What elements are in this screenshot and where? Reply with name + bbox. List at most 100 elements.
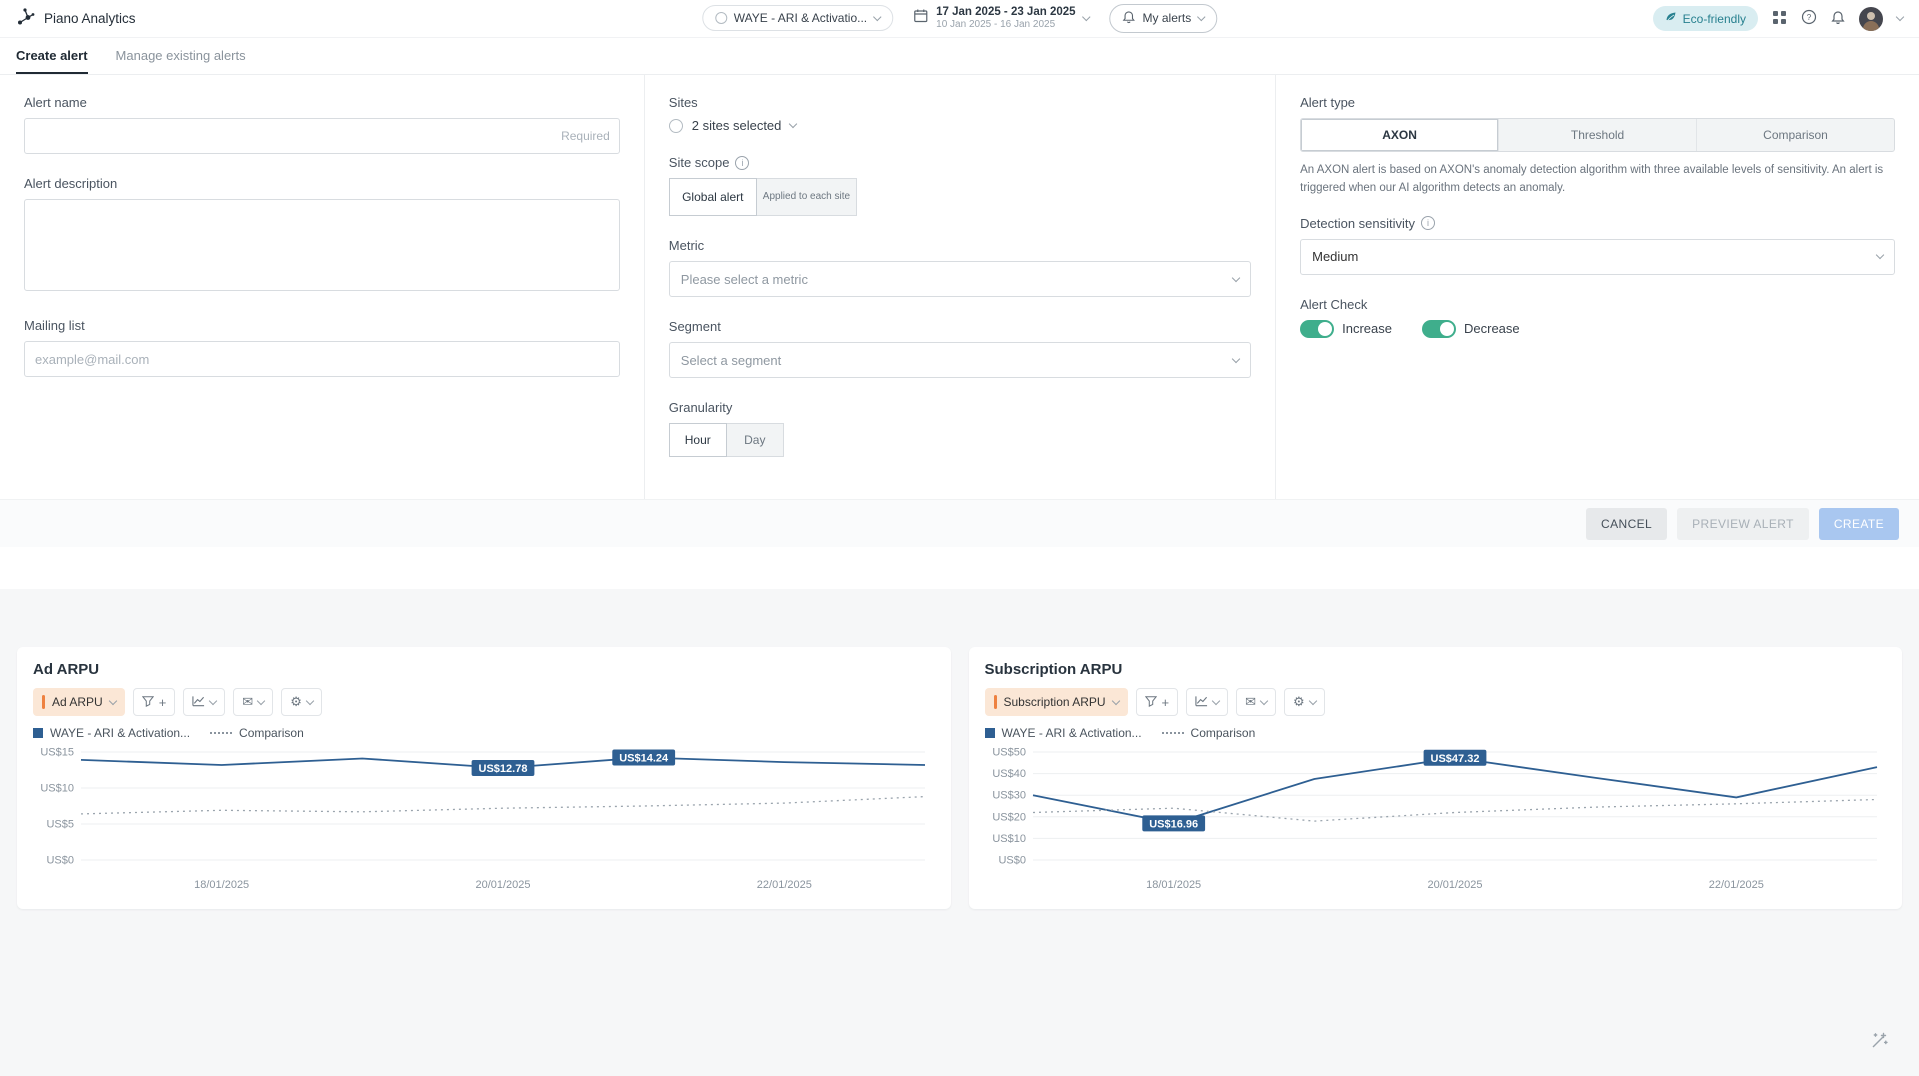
chart-type-button[interactable] xyxy=(183,688,225,716)
site-selector[interactable]: WAYE - ARI & Activatio... xyxy=(702,5,893,31)
notifications-button[interactable] xyxy=(1831,10,1845,28)
share-email-button[interactable]: ✉ xyxy=(233,688,273,716)
series-swatch xyxy=(33,728,43,738)
chart-type-button[interactable] xyxy=(1186,688,1228,716)
settings-icon: ⚙ xyxy=(290,696,302,709)
form-column-alert-type: Alert type AXON Threshold Comparison An … xyxy=(1276,75,1919,499)
ai-assistant-button[interactable] xyxy=(1861,1024,1897,1060)
mailing-list-input[interactable] xyxy=(24,341,620,377)
info-icon[interactable]: i xyxy=(735,156,749,170)
metric-label: Metric xyxy=(669,238,1251,253)
granularity-day-option[interactable]: Day xyxy=(726,423,784,457)
svg-text:US$50: US$50 xyxy=(992,747,1026,759)
chevron-down-icon xyxy=(873,13,881,21)
chevron-down-icon xyxy=(306,696,314,704)
tab-create-alert[interactable]: Create alert xyxy=(16,38,88,74)
globe-icon xyxy=(715,12,727,24)
bell-icon xyxy=(1831,10,1845,28)
chart-settings-button[interactable]: ⚙ xyxy=(1284,688,1325,716)
legend-item-site[interactable]: WAYE - ARI & Activation... xyxy=(985,726,1142,740)
filter-add-button[interactable]: + xyxy=(133,688,176,716)
metric-pill[interactable]: Subscription ARPU xyxy=(985,688,1128,716)
metric-pill-label: Ad ARPU xyxy=(52,695,103,709)
alert-type-threshold-option[interactable]: Threshold xyxy=(1499,119,1697,151)
sites-selected-value: 2 sites selected xyxy=(692,118,782,133)
comparison-name: Comparison xyxy=(1191,726,1256,740)
eco-friendly-badge[interactable]: Eco-friendly xyxy=(1653,6,1758,31)
svg-text:?: ? xyxy=(1807,13,1812,22)
alert-type-comparison-option[interactable]: Comparison xyxy=(1697,119,1894,151)
svg-text:18/01/2025: 18/01/2025 xyxy=(194,879,249,891)
alert-type-axon-option[interactable]: AXON xyxy=(1301,119,1499,151)
chevron-down-icon xyxy=(1212,696,1220,704)
decrease-switch[interactable] xyxy=(1422,320,1456,338)
metric-pill[interactable]: Ad ARPU xyxy=(33,688,125,716)
filter-add-button[interactable]: + xyxy=(1136,688,1179,716)
segment-select[interactable]: Select a segment xyxy=(669,342,1251,378)
increase-toggle[interactable]: Increase xyxy=(1300,320,1392,338)
user-avatar[interactable] xyxy=(1859,7,1883,31)
site-scope-global-option[interactable]: Global alert xyxy=(669,178,757,216)
help-icon: ? xyxy=(1801,9,1817,28)
tab-manage-existing-alerts[interactable]: Manage existing alerts xyxy=(116,38,246,74)
axon-description: An AXON alert is based on AXON's anomaly… xyxy=(1300,162,1895,198)
cancel-button[interactable]: CANCEL xyxy=(1586,508,1667,540)
settings-icon: ⚙ xyxy=(1293,696,1305,709)
create-button[interactable]: CREATE xyxy=(1819,508,1899,540)
metric-color-bar xyxy=(42,695,45,709)
preview-alert-button[interactable]: PREVIEW ALERT xyxy=(1677,508,1809,540)
granularity-toggle: Hour Day xyxy=(669,423,784,457)
date-range-picker[interactable]: 17 Jan 2025 - 23 Jan 2025 10 Jan 2025 - … xyxy=(903,4,1099,34)
decrease-toggle[interactable]: Decrease xyxy=(1422,320,1520,338)
email-icon: ✉ xyxy=(1245,696,1256,709)
legend-item-comparison[interactable]: Comparison xyxy=(210,726,304,740)
svg-text:US$0: US$0 xyxy=(998,855,1026,867)
my-alerts-label: My alerts xyxy=(1143,11,1192,25)
alert-name-input[interactable] xyxy=(24,118,620,154)
detection-sensitivity-select[interactable]: Medium xyxy=(1300,239,1895,275)
legend-item-site[interactable]: WAYE - ARI & Activation... xyxy=(33,726,190,740)
svg-text:US$15: US$15 xyxy=(40,747,74,759)
series-name: WAYE - ARI & Activation... xyxy=(50,726,190,740)
chevron-down-icon xyxy=(1197,13,1205,21)
help-button[interactable]: ? xyxy=(1801,9,1817,28)
info-icon[interactable]: i xyxy=(1421,216,1435,230)
globe-icon xyxy=(669,119,683,133)
my-alerts-button[interactable]: My alerts xyxy=(1110,4,1218,33)
granularity-label: Granularity xyxy=(669,400,1251,415)
form-column-scope: Sites 2 sites selected Site scope i Glob… xyxy=(645,75,1276,499)
site-selector-label: WAYE - ARI & Activatio... xyxy=(734,11,867,25)
decrease-label: Decrease xyxy=(1464,321,1520,336)
alert-description-input[interactable] xyxy=(24,199,620,291)
alert-check-label: Alert Check xyxy=(1300,297,1895,312)
svg-text:US$10: US$10 xyxy=(992,833,1026,845)
app-grid-button[interactable] xyxy=(1772,10,1787,28)
alerts-tabs: Create alert Manage existing alerts xyxy=(0,38,1919,75)
svg-text:US$0: US$0 xyxy=(46,855,74,867)
site-scope-each-site-option[interactable]: Applied to each site xyxy=(756,178,857,216)
chart-settings-button[interactable]: ⚙ xyxy=(281,688,322,716)
chevron-down-icon xyxy=(1876,251,1884,259)
granularity-hour-option[interactable]: Hour xyxy=(669,423,727,457)
chevron-down-icon xyxy=(1111,696,1119,704)
increase-switch[interactable] xyxy=(1300,320,1334,338)
plus-icon: + xyxy=(159,695,167,710)
svg-text:US$12.78: US$12.78 xyxy=(479,763,528,775)
svg-text:20/01/2025: 20/01/2025 xyxy=(1427,879,1482,891)
svg-text:US$10: US$10 xyxy=(40,783,74,795)
metric-color-bar xyxy=(994,695,997,709)
sites-selector[interactable]: 2 sites selected xyxy=(669,118,1251,133)
chart-title: Subscription ARPU xyxy=(985,661,1887,678)
ad-arpu-chart-card: Ad ARPU Ad ARPU + xyxy=(17,647,951,909)
subscription-arpu-line-chart: US$0US$10US$20US$30US$40US$5018/01/20252… xyxy=(985,742,1886,894)
share-email-button[interactable]: ✉ xyxy=(1236,688,1276,716)
alert-type-label: Alert type xyxy=(1300,95,1895,110)
legend-item-comparison[interactable]: Comparison xyxy=(1162,726,1256,740)
segment-placeholder: Select a segment xyxy=(681,353,781,368)
spacer xyxy=(0,547,1919,589)
chevron-down-icon[interactable] xyxy=(1896,13,1904,21)
grid-icon xyxy=(1772,10,1787,28)
brand: Piano Analytics xyxy=(16,6,136,31)
filter-icon xyxy=(142,695,154,710)
metric-select[interactable]: Please select a metric xyxy=(669,261,1251,297)
